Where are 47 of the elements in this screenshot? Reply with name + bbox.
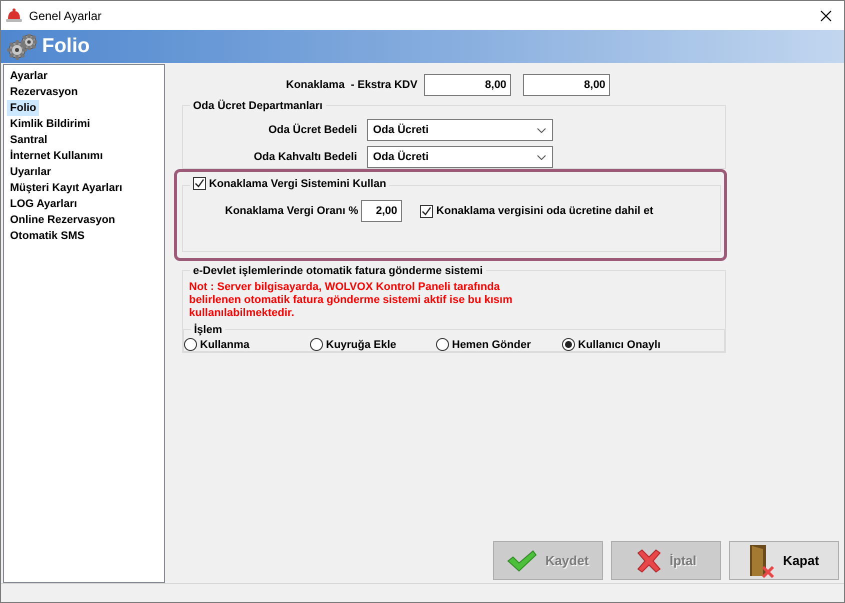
group-title: İşlem [194, 324, 222, 336]
chevron-down-icon[interactable] [537, 155, 546, 160]
sidebar-item[interactable]: Rezervasyon [7, 84, 81, 100]
checkbox-label[interactable]: Konaklama vergisini oda ücretine dahil et [436, 205, 654, 217]
field-label: Oda Kahvaltı Bedeli [252, 151, 357, 163]
sidebar-item[interactable]: Santral [7, 132, 50, 148]
sidebar-item[interactable]: Otomatik SMS [7, 228, 88, 244]
sidebar-item[interactable]: Müşteri Kayıt Ayarları [7, 180, 126, 196]
dropdown[interactable]: Oda Ücreti [367, 119, 553, 141]
group-title: Oda Ücret Departmanları [193, 100, 323, 112]
app-icon [5, 8, 23, 24]
check-icon [507, 550, 538, 572]
field-label: Oda Ücret Bedeli [267, 124, 357, 136]
sidebar-item[interactable]: Kimlik Bildirimi [7, 116, 94, 132]
sidebar-item[interactable]: LOG Ayarları [7, 196, 80, 212]
radio-label[interactable]: Hemen Gönder [452, 338, 531, 350]
page-title: Folio [42, 35, 90, 58]
input-field[interactable]: 8,00 [424, 74, 512, 96]
radio-button[interactable] [310, 338, 323, 351]
field-label: Konaklama Vergi Oranı % [225, 205, 358, 217]
window-title: Genel Ayarlar [29, 8, 102, 22]
cross-icon [636, 548, 662, 572]
radio-label[interactable]: Kullanıcı Onaylı [578, 338, 661, 350]
input-field[interactable]: 8,00 [523, 74, 610, 96]
sidebar-item[interactable]: Folio [7, 100, 40, 116]
dropdown[interactable]: Oda Ücreti [367, 146, 553, 168]
checkbox-label[interactable]: Konaklama Vergi Sistemini Kullan [209, 178, 386, 190]
sidebar-item[interactable]: Uyarılar [7, 164, 54, 180]
input-field[interactable]: 2,00 [361, 200, 402, 222]
radio-button[interactable] [562, 338, 575, 351]
group-title: e-Devlet işlemlerinde otomatik fatura gönderme sistemi [193, 265, 483, 277]
checkbox[interactable] [193, 177, 206, 190]
sidebar-item[interactable]: Online Rezervasyon [7, 212, 118, 228]
chevron-down-icon[interactable] [537, 128, 546, 133]
close-button[interactable]: Kapat [729, 541, 839, 580]
radio-label[interactable]: Kullanma [200, 338, 250, 350]
sidebar-item[interactable]: Ayarlar [7, 68, 51, 84]
gears-icon [6, 32, 38, 60]
warning-note: Not : Server bilgisayarda, WOLVOX Kontrol Paneli tarafında belirlenen otomatik fatura gönderme sistemi aktif ise bu kısım kullanılabilmektedir. [189, 281, 514, 320]
radio-label[interactable]: Kuyruğa Ekle [326, 338, 396, 350]
field-label: Konaklama - Ekstra KDV [286, 79, 418, 91]
radio-button[interactable] [436, 338, 449, 351]
door-icon [748, 544, 775, 578]
close-icon[interactable] [820, 10, 832, 22]
radio-button[interactable] [184, 338, 197, 351]
checkbox[interactable] [420, 204, 434, 218]
sidebar-item[interactable]: İnternet Kullanımı [7, 148, 106, 164]
